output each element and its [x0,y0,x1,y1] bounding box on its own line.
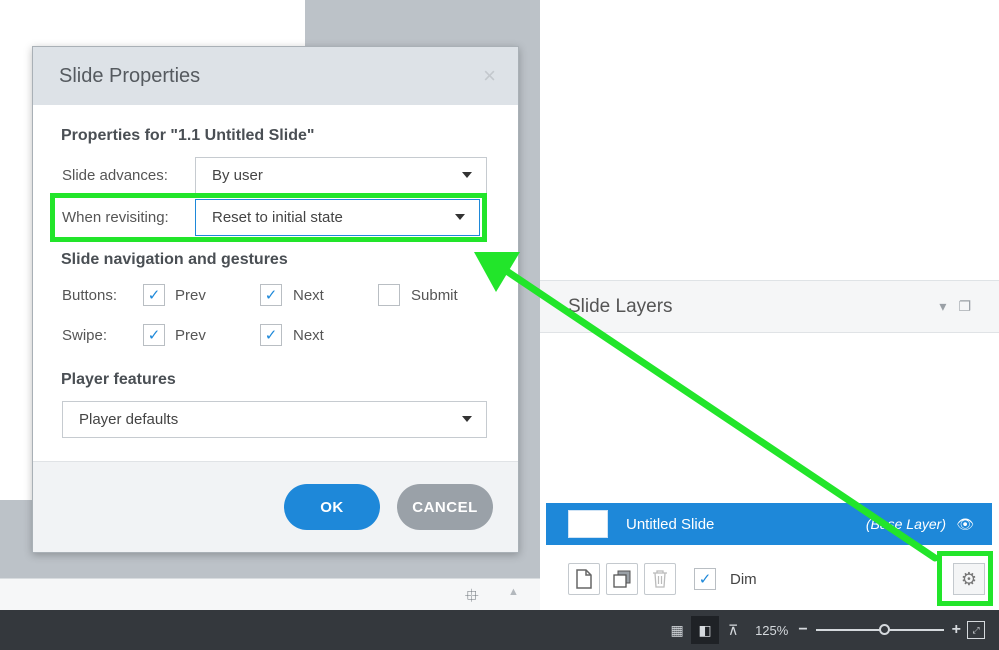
slide-layers-panel: Slide Layers ▾ ❐ Untitled Slide (Base La… [540,280,999,610]
ok-button[interactable]: OK [284,484,380,530]
right-panel-top [540,0,999,280]
close-icon[interactable]: × [483,63,496,89]
panel-menu-chevron-icon[interactable]: ▾ [939,298,946,315]
buttons-label: Buttons: [62,287,118,304]
check-icon: ✓ [147,327,161,344]
grid-view-icon[interactable]: ▦ [663,616,691,644]
check-icon: ✓ [698,571,712,588]
base-layer-type: (Base Layer) [865,516,946,532]
when-revisiting-highlight-box [50,193,487,242]
chevron-up-icon[interactable]: ▲ [508,586,519,598]
dialog-title: Slide Properties [59,64,201,87]
nav-heading: Slide navigation and gestures [61,251,288,268]
swipe-next-checkbox[interactable]: ✓ [260,324,282,346]
dialog-header: Slide Properties × [33,47,518,105]
base-layer-name: Untitled Slide [626,515,715,533]
buttons-submit-label: Submit [411,287,458,304]
delete-layer-button[interactable] [644,563,676,595]
player-features-value: Player defaults [79,411,179,428]
swipe-label: Swipe: [62,327,108,344]
base-layer-row[interactable]: Untitled Slide (Base Layer) 👁 [546,503,992,545]
trash-icon [653,570,667,588]
new-layer-button[interactable] [568,563,600,595]
eye-icon[interactable]: 👁 [956,516,974,533]
normal-view-icon[interactable]: ◧ [691,616,720,644]
dialog-body: Properties for "1.1 Untitled Slide" Slid… [33,105,518,463]
slide-advances-label: Slide advances: [62,167,168,184]
dim-label: Dim [730,570,757,588]
status-bar: ▦ ◧ ⊼ 125% − + ⤢ [0,610,999,650]
buttons-next-label: Next [293,287,324,304]
player-features-heading: Player features [61,371,176,388]
buttons-prev-checkbox[interactable]: ✓ [143,284,165,306]
player-features-select[interactable]: Player defaults [62,401,487,438]
duplicate-layer-icon [613,570,631,588]
swipe-prev-checkbox[interactable]: ✓ [143,324,165,346]
slide-advances-select[interactable]: By user [195,157,487,194]
slide-layers-title: Slide Layers [568,295,673,317]
check-icon: ✓ [147,287,161,304]
duplicate-layer-button[interactable] [606,563,638,595]
check-icon: ✓ [264,287,278,304]
panel-restore-icon[interactable]: ❐ [958,298,971,315]
zoom-out-button[interactable]: − [798,621,807,639]
dialog-footer: OK CANCEL [33,461,518,552]
swipe-prev-label: Prev [175,327,206,344]
zoom-slider-thumb[interactable] [878,624,890,635]
buttons-submit-checkbox[interactable] [378,284,400,306]
swipe-next-label: Next [293,327,324,344]
zoom-slider[interactable] [815,624,944,635]
layer-thumbnail [568,510,608,538]
gear-highlight-box [937,551,993,606]
slide-advances-value: By user [212,167,263,184]
layers-toolbar: ✓ Dim [568,563,757,595]
properties-heading: Properties for "1.1 Untitled Slide" [61,127,315,144]
check-icon: ✓ [264,327,278,344]
zoom-level: 125% [755,622,789,638]
new-layer-icon [576,569,592,589]
fit-to-window-icon[interactable]: ⤢ [967,621,985,639]
chevron-down-icon [462,172,472,178]
slide-layers-header: Slide Layers ▾ ❐ [540,281,999,333]
dim-checkbox[interactable]: ✓ [694,568,716,590]
stage-bottom-strip [0,578,540,610]
zoom-in-button[interactable]: + [952,621,961,639]
slide-properties-dialog: Slide Properties × Properties for "1.1 U… [32,46,519,553]
cancel-button[interactable]: CANCEL [397,484,493,530]
chevron-down-icon [462,416,472,422]
buttons-next-checkbox[interactable]: ✓ [260,284,282,306]
buttons-prev-label: Prev [175,287,206,304]
presentation-icon[interactable]: ⊼ [719,616,747,644]
